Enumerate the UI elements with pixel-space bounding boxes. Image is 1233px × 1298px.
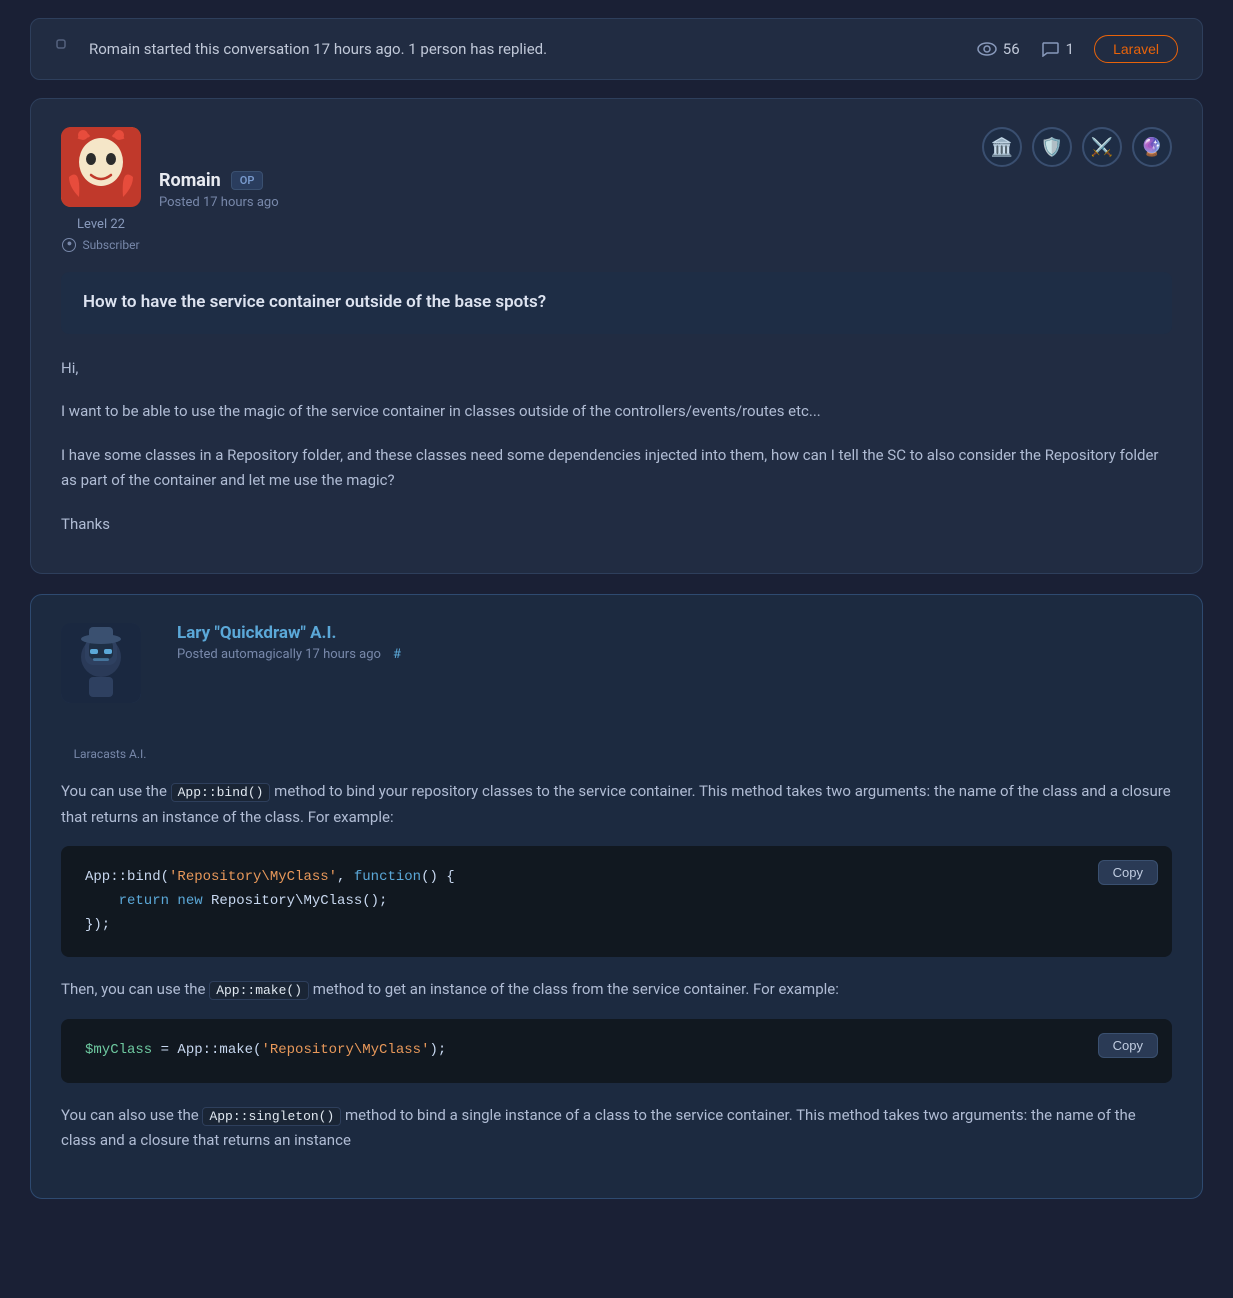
- post-author-info: Level 22 ● Subscriber Romain OP Posted 1…: [61, 127, 279, 252]
- badge-icon-2: 🛡️: [1032, 127, 1072, 167]
- code-line-2-1: $myClass = App::make('Repository\MyClass…: [85, 1039, 1148, 1063]
- ai-body: You can use the App::bind() method to bi…: [61, 779, 1172, 1154]
- subscriber-icon: ●: [62, 238, 76, 252]
- body-line-1: Hi,: [61, 356, 1172, 382]
- post-header: Level 22 ● Subscriber Romain OP Posted 1…: [61, 127, 1172, 252]
- corner-icon: [55, 38, 77, 60]
- reply-count: 1: [1040, 39, 1074, 59]
- author-meta: Romain OP Posted 17 hours ago: [159, 170, 279, 210]
- badges-row: 🏛️ 🛡️ ⚔️ 🔮: [982, 127, 1172, 167]
- post-body: Hi, I want to be able to use the magic o…: [61, 356, 1172, 538]
- subscriber-badge: ● Subscriber: [62, 238, 139, 252]
- comment-icon: [1040, 39, 1060, 59]
- ai-reply-card: Laracasts A.I. Lary "Quickdraw" A.I. Pos…: [30, 594, 1203, 1199]
- author-avatar: [61, 127, 141, 207]
- badge-icon-1: 🏛️: [982, 127, 1022, 167]
- post-card: Level 22 ● Subscriber Romain OP Posted 1…: [30, 98, 1203, 574]
- ai-body-para-3: You can also use the App::singleton() me…: [61, 1103, 1172, 1154]
- ai-post-time: Posted automagically 17 hours ago #: [177, 647, 401, 662]
- subscriber-label: Subscriber: [82, 238, 139, 252]
- badge-icon-4: 🔮: [1132, 127, 1172, 167]
- info-bar-text: Romain started this conversation 17 hour…: [55, 38, 547, 60]
- inline-code-bind: App::bind(): [171, 783, 271, 802]
- code-block-1: Copy App::bind('Repository\MyClass', fun…: [61, 846, 1172, 957]
- info-bar-message: Romain started this conversation 17 hour…: [89, 40, 547, 58]
- ai-avatar: [61, 623, 141, 703]
- ai-name: Lary "Quickdraw" A.I.: [177, 623, 401, 643]
- ai-author-meta: Lary "Quickdraw" A.I. Posted automagical…: [177, 623, 401, 662]
- op-badge: OP: [231, 171, 264, 190]
- ai-header: Laracasts A.I. Lary "Quickdraw" A.I. Pos…: [61, 623, 1172, 761]
- inline-code-singleton: App::singleton(): [202, 1107, 341, 1126]
- reply-count-value: 1: [1066, 40, 1074, 58]
- laravel-tag[interactable]: Laravel: [1094, 35, 1178, 63]
- body-line-2: I want to be able to use the magic of th…: [61, 399, 1172, 425]
- body-line-3: I have some classes in a Repository fold…: [61, 443, 1172, 494]
- view-count-value: 56: [1003, 40, 1020, 58]
- author-level: Level 22: [77, 217, 125, 232]
- inline-code-make: App::make(): [209, 981, 309, 1000]
- eye-icon: [977, 39, 997, 59]
- view-count: 56: [977, 39, 1020, 59]
- ai-body-para-2: Then, you can use the App::make() method…: [61, 977, 1172, 1003]
- hash-link[interactable]: #: [393, 647, 401, 662]
- ai-body-para-1: You can use the App::bind() method to bi…: [61, 779, 1172, 830]
- code-block-2: Copy $myClass = App::make('Repository\My…: [61, 1019, 1172, 1083]
- badge-icon-3: ⚔️: [1082, 127, 1122, 167]
- ai-label: Laracasts A.I.: [74, 747, 147, 761]
- info-bar-stats: 56 1 Laravel: [977, 35, 1178, 63]
- code-line-1-1: App::bind('Repository\MyClass', function…: [85, 866, 1148, 890]
- author-name: Romain: [159, 170, 221, 191]
- copy-button-1[interactable]: Copy: [1098, 860, 1158, 885]
- question-box: How to have the service container outsid…: [61, 272, 1172, 334]
- question-text: How to have the service container outsid…: [83, 292, 546, 312]
- code-line-1-2: return new Repository\MyClass();: [85, 890, 1148, 914]
- info-bar: Romain started this conversation 17 hour…: [30, 18, 1203, 80]
- post-time: Posted 17 hours ago: [159, 195, 279, 210]
- body-line-4: Thanks: [61, 512, 1172, 538]
- copy-button-2[interactable]: Copy: [1098, 1033, 1158, 1058]
- code-line-1-3: });: [85, 914, 1148, 938]
- author-row: Romain OP: [159, 170, 279, 191]
